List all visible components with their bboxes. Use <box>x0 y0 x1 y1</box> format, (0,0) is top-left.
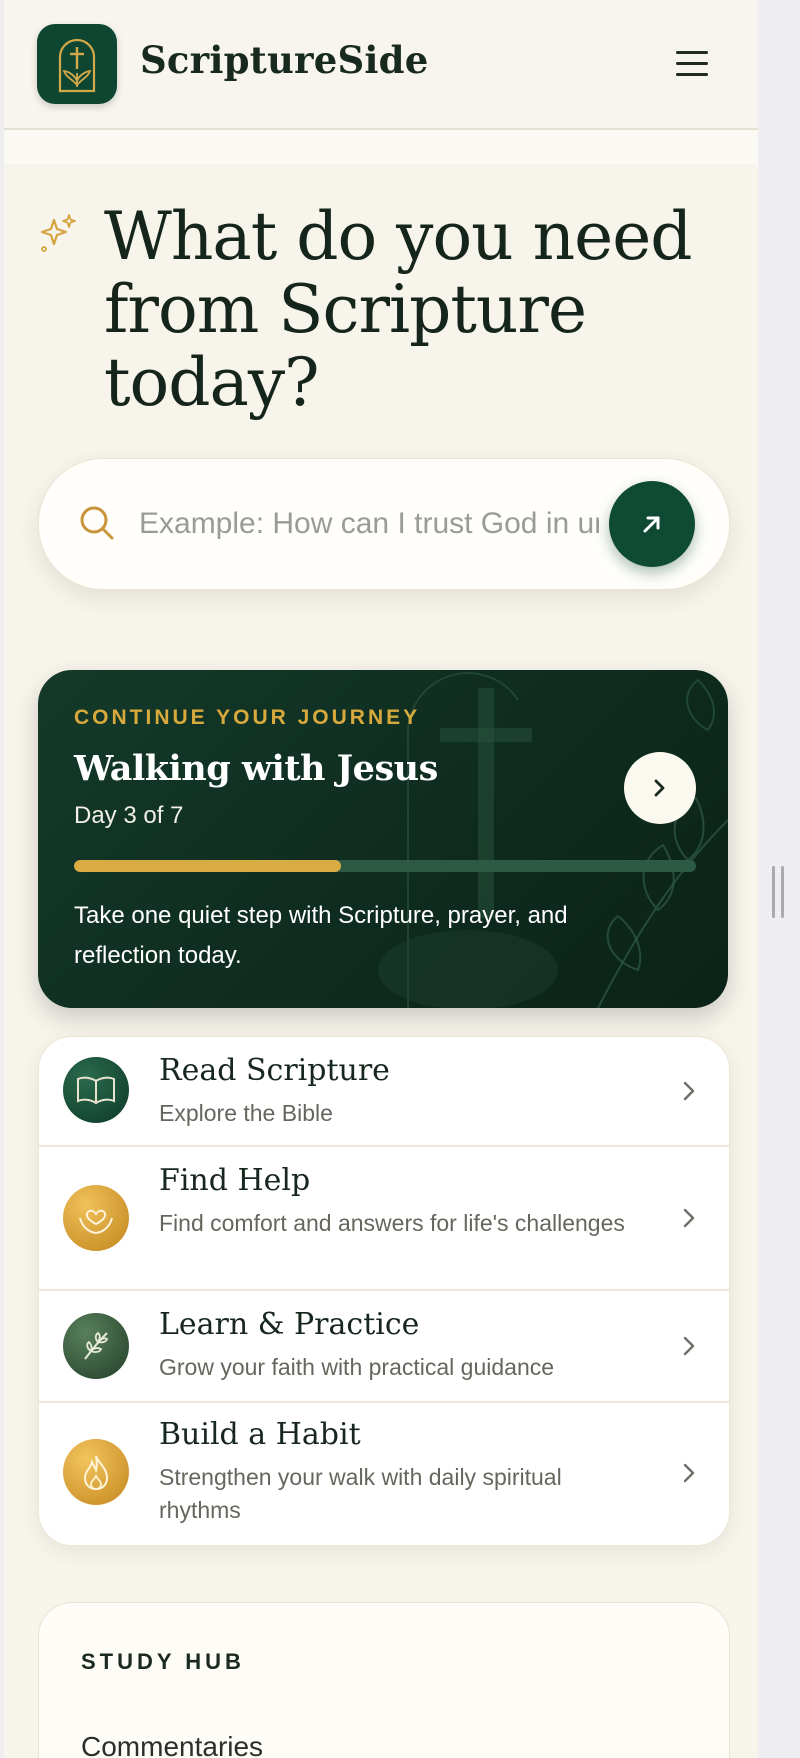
menu-item-title: Find Help <box>159 1163 311 1198</box>
study-hub-card: STUDY HUB Commentaries <box>38 1602 730 1758</box>
hero-title: What do you need from Scripture today? <box>104 198 693 421</box>
brand-name: ScriptureSide <box>140 38 429 82</box>
menu-item-read-scripture[interactable]: Read Scripture Explore the Bible <box>39 1037 729 1147</box>
chevron-right-icon <box>683 1081 695 1101</box>
menu-item-subtitle: Strengthen your walk with daily spiritua… <box>159 1464 562 1523</box>
feature-menu: Read Scripture Explore the Bible Find He… <box>38 1036 730 1546</box>
chevron-right-icon <box>683 1463 695 1483</box>
menu-item-subtitle: Find comfort and answers for life's chal… <box>159 1210 625 1236</box>
continue-journey-card[interactable]: CONTINUE YOUR JOURNEY Walking with Jesus… <box>38 670 728 1008</box>
chevron-right-icon <box>683 1208 695 1228</box>
top-header: ScriptureSide <box>4 0 758 130</box>
menu-item-find-help[interactable]: Find Help Find comfort and answers for l… <box>39 1147 729 1291</box>
resize-grip-line <box>781 866 784 918</box>
menu-item-learn-practice[interactable]: Learn & Practice Grow your faith with pr… <box>39 1291 729 1403</box>
chevron-right-icon <box>683 1336 695 1356</box>
open-book-icon <box>63 1057 129 1123</box>
search-icon <box>80 506 114 540</box>
journey-next-button[interactable] <box>624 752 696 824</box>
flame-icon <box>63 1439 129 1505</box>
chevron-right-icon <box>654 779 665 797</box>
search-input[interactable] <box>137 497 601 551</box>
app-screen: ScriptureSide What do you need from Scri… <box>4 0 758 1758</box>
hamburger-menu-button[interactable] <box>670 42 714 86</box>
journey-title: Walking with Jesus <box>74 748 438 789</box>
menu-item-build-habit[interactable]: Build a Habit Strengthen your walk with … <box>39 1403 729 1545</box>
header-divider-strip <box>4 130 758 164</box>
sparkle-icon <box>40 214 76 252</box>
resize-grip-line <box>772 866 775 918</box>
menu-item-title: Build a Habit <box>159 1417 361 1452</box>
window-resize-handle[interactable] <box>772 866 784 918</box>
hands-heart-icon <box>63 1185 129 1251</box>
study-hub-link-commentaries[interactable]: Commentaries <box>81 1731 263 1758</box>
journey-eyebrow: CONTINUE YOUR JOURNEY <box>74 706 421 729</box>
olive-branch-icon <box>63 1313 129 1379</box>
menu-item-subtitle: Grow your faith with practical guidance <box>159 1354 555 1380</box>
journey-description: Take one quiet step with Scripture, pray… <box>74 902 568 969</box>
search-bar <box>38 458 730 590</box>
journey-progress-fill <box>74 860 342 872</box>
journey-progress-bar <box>74 860 696 872</box>
cross-dove-logo-icon[interactable] <box>37 24 117 104</box>
journey-day: Day 3 of 7 <box>74 802 184 829</box>
arrow-up-right-icon <box>643 516 660 533</box>
menu-item-title: Read Scripture <box>159 1053 390 1088</box>
search-submit-button[interactable] <box>609 481 695 567</box>
hamburger-menu-icon <box>676 51 708 76</box>
study-hub-label: STUDY HUB <box>81 1649 245 1674</box>
menu-item-title: Learn & Practice <box>159 1307 420 1342</box>
menu-item-subtitle: Explore the Bible <box>159 1100 333 1126</box>
